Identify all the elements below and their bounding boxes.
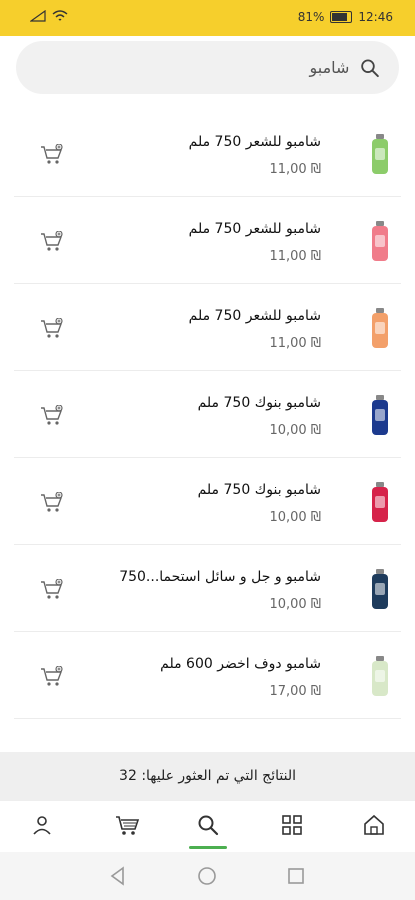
add-to-cart-icon[interactable] xyxy=(40,666,64,688)
home-icon[interactable] xyxy=(362,813,386,837)
product-thumbnail xyxy=(372,569,388,609)
product-row[interactable]: شامبو للشعر 750 ملم ₪ 11,00 xyxy=(14,110,401,197)
product-price: ₪ 11,00 xyxy=(269,249,321,264)
bottom-nav xyxy=(0,800,415,853)
product-thumbnail xyxy=(372,134,388,174)
product-thumbnail xyxy=(372,656,388,696)
add-to-cart-icon[interactable] xyxy=(40,492,64,514)
product-name: شامبو بنوك 750 ملم xyxy=(197,482,321,498)
product-price: ₪ 10,00 xyxy=(269,510,321,525)
grid-icon[interactable] xyxy=(280,813,304,837)
product-name: شامبو دوف اخضر 600 ملم xyxy=(160,656,321,672)
cart-icon[interactable] xyxy=(114,813,140,837)
wifi-icon xyxy=(52,10,68,25)
product-thumbnail xyxy=(372,308,388,348)
results-count: النتائج التي تم العثور عليها: 32 xyxy=(0,752,415,800)
product-price: ₪ 17,00 xyxy=(269,684,321,699)
back-icon[interactable] xyxy=(108,866,128,886)
product-thumbnail xyxy=(372,482,388,522)
product-name: شامبو للشعر 750 ملم xyxy=(188,134,321,150)
search-bar xyxy=(16,41,399,94)
product-price: ₪ 11,00 xyxy=(269,336,321,351)
product-row[interactable]: شامبو و جل و سائل استحما...750 ₪ 10,00 xyxy=(14,545,401,632)
product-row[interactable]: شامبو بنوك 750 ملم ₪ 10,00 xyxy=(14,371,401,458)
product-row[interactable]: شامبو بنوك 750 ملم ₪ 10,00 xyxy=(14,458,401,545)
product-price: ₪ 10,00 xyxy=(269,423,321,438)
profile-icon[interactable] xyxy=(30,813,54,837)
product-thumbnail xyxy=(372,395,388,435)
add-to-cart-icon[interactable] xyxy=(40,405,64,427)
add-to-cart-icon[interactable] xyxy=(40,231,64,253)
clock: 12:46 xyxy=(358,10,393,24)
home-circle-icon[interactable] xyxy=(197,866,217,886)
product-price: ₪ 10,00 xyxy=(269,597,321,612)
product-name: شامبو بنوك 750 ملم xyxy=(197,395,321,411)
search-input[interactable] xyxy=(34,57,360,78)
add-to-cart-icon[interactable] xyxy=(40,144,64,166)
system-nav xyxy=(0,852,415,900)
battery-percent: 81% xyxy=(297,10,325,24)
recents-icon[interactable] xyxy=(286,866,306,886)
product-price: ₪ 11,00 xyxy=(269,162,321,177)
product-row[interactable]: شامبو للشعر 750 ملم ₪ 11,00 xyxy=(14,284,401,371)
sim-icon xyxy=(29,9,46,25)
search-box[interactable] xyxy=(16,41,399,94)
product-row[interactable]: شامبو دوف اخضر 600 ملم ₪ 17,00 xyxy=(14,632,401,719)
product-list: شامبو للشعر 750 ملم ₪ 11,00 شامبو للشعر 75… xyxy=(0,110,415,750)
search-icon[interactable] xyxy=(189,813,227,849)
search-icon[interactable] xyxy=(359,57,381,79)
product-thumbnail xyxy=(372,221,388,261)
product-name: شامبو للشعر 750 ملم xyxy=(188,221,321,237)
add-to-cart-icon[interactable] xyxy=(40,579,64,601)
product-name: شامبو و جل و سائل استحما...750 xyxy=(119,569,321,585)
product-name: شامبو للشعر 750 ملم xyxy=(188,308,321,324)
add-to-cart-icon[interactable] xyxy=(40,318,64,340)
product-row[interactable]: شامبو للشعر 750 ملم ₪ 11,00 xyxy=(14,197,401,284)
status-bar: 81% 12:46 xyxy=(0,0,415,36)
battery-icon xyxy=(330,11,353,23)
